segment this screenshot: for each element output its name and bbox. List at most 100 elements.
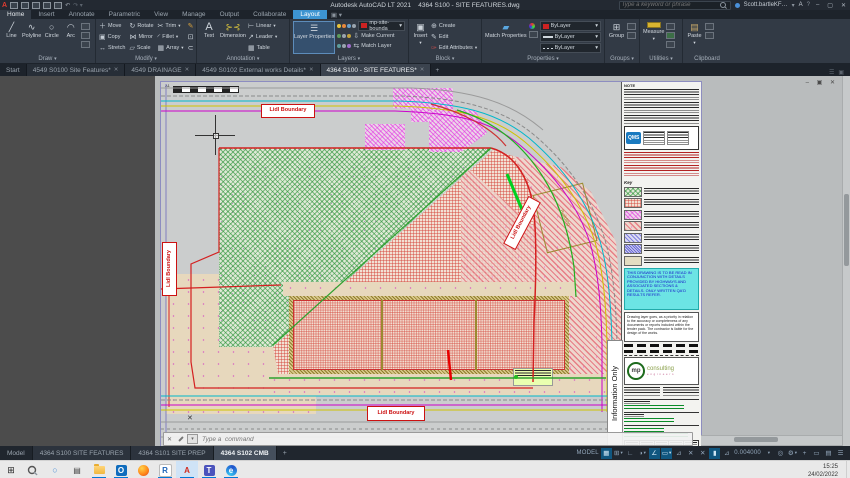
isodraft-toggle[interactable]: ∠: [649, 448, 660, 459]
quick-access-toolbar[interactable]: ↶ ↷ ▾: [10, 2, 83, 9]
match-properties-button[interactable]: ▰ Match Properties: [485, 21, 527, 39]
redo-icon[interactable]: ↷ ▾: [73, 2, 83, 9]
quick-calc-icon[interactable]: [666, 32, 675, 39]
panel-layers-label[interactable]: Layers ▾: [290, 55, 408, 63]
save-icon[interactable]: [32, 2, 40, 9]
trim-button[interactable]: ✂Trim ▾: [158, 21, 184, 31]
outlook-icon[interactable]: O: [110, 461, 132, 478]
edge-icon[interactable]: e: [220, 461, 242, 478]
paste-button[interactable]: ▤Paste▾: [686, 21, 703, 46]
lock-ui-toggle[interactable]: ▮: [709, 448, 720, 459]
show-desktop-button[interactable]: [846, 461, 850, 478]
ribbon-display-toggle[interactable]: ▣ ▾: [327, 10, 346, 19]
match-layer-button[interactable]: ⇆Match Layer: [337, 41, 405, 50]
fillet-button[interactable]: ◜Fillet ▾: [158, 32, 184, 42]
file-tab[interactable]: 4549 DRAINAGE✕: [125, 64, 196, 76]
saveas-icon[interactable]: [43, 2, 51, 9]
cut-icon[interactable]: [705, 23, 714, 30]
taskbar-search-button[interactable]: [22, 461, 44, 478]
minimize-button[interactable]: –: [814, 2, 821, 8]
command-line[interactable]: ✕ ▾: [163, 432, 693, 446]
file-explorer-icon[interactable]: [88, 461, 110, 478]
lineweight-toggle[interactable]: ✕: [685, 448, 696, 459]
dynamic-input-toggle[interactable]: ∟: [625, 448, 636, 459]
measure-button[interactable]: Measure▾: [643, 21, 664, 42]
copy-button[interactable]: ▣Copy: [99, 32, 125, 42]
isolate-objects-toggle[interactable]: ▤: [823, 448, 834, 459]
layer-properties-button[interactable]: ☰ Layer Properties: [293, 21, 335, 54]
autocad-logo-icon[interactable]: A: [2, 2, 7, 9]
lineweight-icon[interactable]: [529, 31, 538, 38]
array-button[interactable]: ▦Array ▾: [158, 43, 184, 53]
tab-insert[interactable]: Insert: [31, 10, 61, 19]
annotation-visibility-toggle[interactable]: ◎: [775, 448, 786, 459]
tab-annotate[interactable]: Annotate: [62, 10, 102, 19]
scrollbar-thumb[interactable]: [844, 194, 849, 266]
customize-menu-icon[interactable]: ☰: [835, 448, 846, 459]
table-button[interactable]: ▦Table: [248, 43, 277, 53]
quick-select-icon[interactable]: [666, 23, 675, 30]
model-space-button[interactable]: MODEL: [576, 448, 600, 459]
make-current-button[interactable]: ⇩Make Current: [337, 31, 405, 40]
drawing-viewport[interactable]: Building A1: [155, 76, 850, 446]
layout-tab[interactable]: 4364 S100 SITE FEATURES: [33, 446, 132, 460]
snap-tracking-toggle[interactable]: ⊿: [673, 448, 684, 459]
polyline-button[interactable]: ∿Polyline: [22, 21, 41, 39]
layer-dropdown[interactable]: mp-site-bounda ▾: [358, 21, 405, 31]
tab-parametric[interactable]: Parametric: [102, 10, 147, 19]
layout-tab-active[interactable]: 4364 S102 CMB: [214, 446, 277, 460]
layer-freeze-icon[interactable]: [342, 24, 346, 28]
arc-button[interactable]: ◠Arc: [62, 21, 79, 39]
firefox-icon[interactable]: [132, 461, 154, 478]
leader-button[interactable]: ↗Leader ▾: [248, 32, 277, 42]
tab-manage[interactable]: Manage: [175, 10, 213, 19]
tab-collaborate[interactable]: Collaborate: [246, 10, 293, 19]
tab-overflow-icon[interactable]: ☰: [829, 69, 834, 76]
edit-block-button[interactable]: ✎Edit: [431, 32, 477, 42]
viewport-scale-value[interactable]: 0.004000: [733, 448, 762, 459]
stretch-button[interactable]: ↔Stretch: [99, 43, 125, 53]
hatch-icon[interactable]: [81, 41, 90, 48]
layout-tab-model[interactable]: Model: [0, 446, 33, 460]
plot-icon[interactable]: [54, 2, 62, 9]
close-icon[interactable]: ✕: [185, 67, 190, 73]
tab-output[interactable]: Output: [213, 10, 247, 19]
add-scale-button[interactable]: +: [799, 448, 810, 459]
scrollbar-thumb[interactable]: [734, 437, 778, 442]
hardware-acceleration-toggle[interactable]: ▭: [811, 448, 822, 459]
cortana-button[interactable]: ○: [44, 461, 66, 478]
explode-button[interactable]: ⊡: [188, 32, 194, 42]
file-tab[interactable]: 4549 S0102 External works Details*✕: [196, 64, 320, 76]
recent-commands-icon[interactable]: ▾: [187, 434, 198, 444]
color-wheel-icon[interactable]: [529, 23, 535, 29]
wrench-icon[interactable]: [178, 436, 184, 442]
layer-plot-icon[interactable]: [352, 24, 356, 28]
dimension-button[interactable]: ⊱⊰Dimension: [220, 21, 246, 39]
user-menu-chevron-icon[interactable]: ▾: [792, 2, 795, 9]
snap-toggle[interactable]: ⊞▾: [613, 448, 624, 459]
teams-icon[interactable]: T: [198, 461, 220, 478]
copy-clip-icon[interactable]: [705, 32, 714, 39]
layer-state-icons[interactable]: [337, 24, 356, 28]
close-button[interactable]: ✕: [839, 2, 848, 9]
close-icon[interactable]: ✕: [309, 67, 314, 73]
move-button[interactable]: ＋Move: [99, 21, 125, 31]
tab-home[interactable]: Home: [0, 10, 31, 19]
tab-view[interactable]: View: [147, 10, 175, 19]
taskbar-clock[interactable]: 15:25 24/02/2022: [808, 461, 846, 478]
help-search[interactable]: [619, 1, 731, 10]
settings-gear-icon[interactable]: ⚙▾: [787, 448, 798, 459]
task-view-button[interactable]: ▤: [66, 461, 88, 478]
search-icon[interactable]: [720, 2, 726, 8]
close-icon[interactable]: ✕: [420, 67, 425, 73]
circle-button[interactable]: ○Circle: [43, 21, 60, 39]
tab-layout[interactable]: Layout: [293, 10, 327, 19]
edit-attributes-button[interactable]: ✑Edit Attributes ▾: [431, 43, 477, 53]
create-block-button[interactable]: ⊕Create: [431, 21, 477, 31]
ellipse-icon[interactable]: [81, 32, 90, 39]
ungroup-icon[interactable]: [627, 23, 636, 30]
command-input[interactable]: [200, 435, 692, 444]
r-app-icon[interactable]: R: [154, 461, 176, 478]
lineweight-dropdown[interactable]: ByLayer▾: [540, 32, 601, 42]
start-button[interactable]: ⊞: [0, 461, 22, 478]
